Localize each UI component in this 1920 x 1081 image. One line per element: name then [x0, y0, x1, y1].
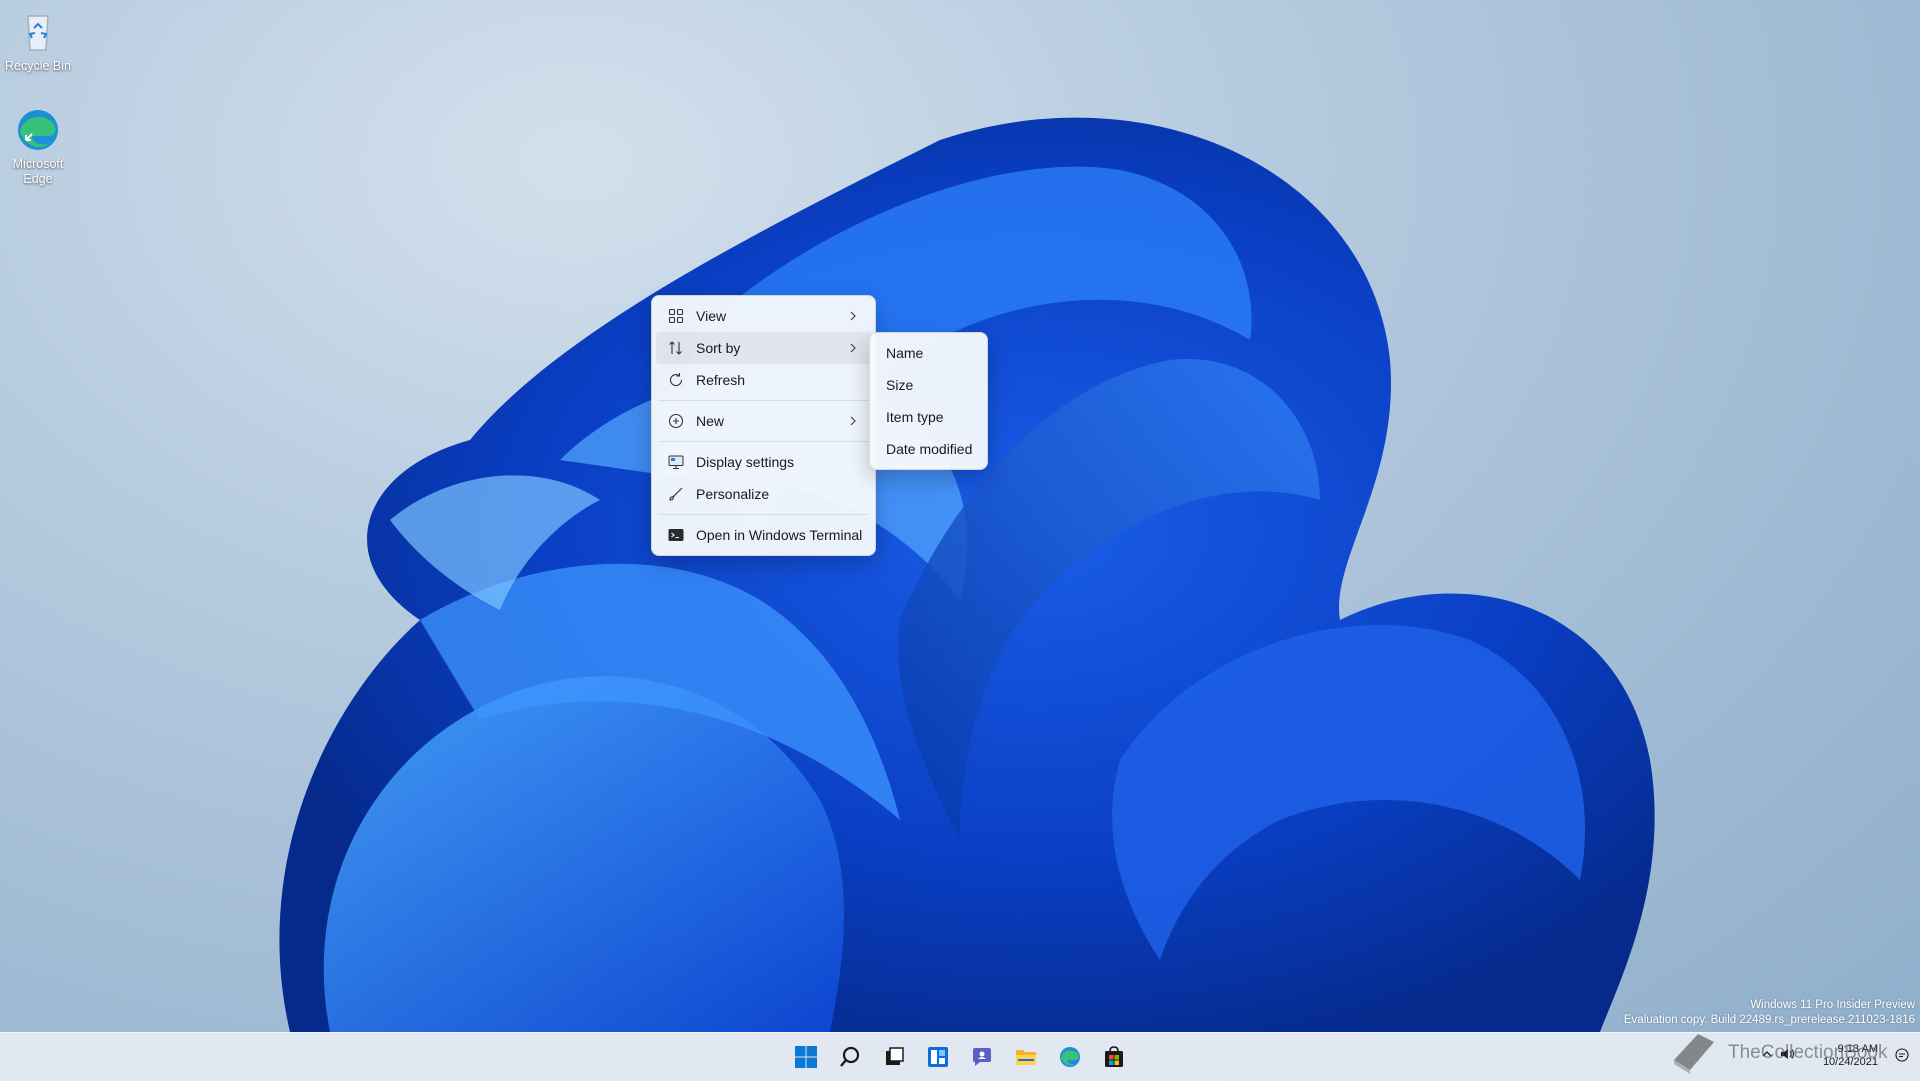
- microsoft-edge-label: Microsoft Edge: [12, 157, 64, 186]
- sort-by-submenu: Name Size Item type Date modified: [869, 332, 988, 470]
- chat-button[interactable]: [964, 1039, 1000, 1075]
- start-button[interactable]: [788, 1039, 824, 1075]
- microsoft-edge-shortcut[interactable]: Microsoft Edge: [0, 106, 76, 187]
- menu-item-sort-by[interactable]: Sort by: [656, 332, 871, 364]
- widgets-icon: [928, 1047, 948, 1067]
- taskbar: 9:13 AM 10/24/2021: [0, 1032, 1920, 1081]
- collection-book-logo: TheCollectionBook: [1668, 1030, 1887, 1076]
- recycle-bin-label: Recycle Bin: [5, 59, 71, 73]
- menu-item-label: View: [696, 308, 727, 324]
- search-button[interactable]: [832, 1039, 868, 1075]
- file-explorer-button[interactable]: [1008, 1039, 1044, 1075]
- notification-icon[interactable]: [1894, 1047, 1910, 1066]
- edge-icon: [1060, 1047, 1080, 1067]
- menu-separator: [658, 400, 869, 401]
- wallpaper-bloom: [279, 117, 1655, 1032]
- evaluation-watermark: Windows 11 Pro Insider Preview Evaluatio…: [1624, 998, 1915, 1028]
- sort-option-size[interactable]: Size: [874, 369, 983, 401]
- brush-icon: [668, 486, 684, 502]
- task-view-button[interactable]: [876, 1039, 912, 1075]
- chat-icon: [973, 1048, 991, 1066]
- menu-item-label: Open in Windows Terminal: [696, 527, 863, 543]
- menu-item-label: Personalize: [696, 486, 770, 502]
- menu-item-refresh[interactable]: Refresh: [656, 364, 871, 396]
- edge-taskbar-button[interactable]: [1052, 1039, 1088, 1075]
- menu-item-label: Display settings: [696, 454, 795, 470]
- store-button[interactable]: [1096, 1039, 1132, 1075]
- menu-item-label: Refresh: [696, 372, 746, 388]
- sort-option-item-type[interactable]: Item type: [874, 401, 983, 433]
- plus-circle-icon: [668, 413, 684, 429]
- menu-item-open-in-terminal[interactable]: Open in Windows Terminal: [656, 519, 871, 551]
- start-icon: [795, 1046, 817, 1068]
- grid-view-icon: [668, 308, 684, 324]
- store-icon: [1105, 1046, 1123, 1067]
- edge-icon: [14, 106, 62, 154]
- recycle-bin-icon: [14, 8, 62, 56]
- chevron-right-icon: [850, 416, 856, 426]
- file-explorer-icon: [1016, 1050, 1036, 1065]
- refresh-icon: [668, 372, 684, 388]
- menu-item-label: New: [696, 413, 725, 429]
- menu-separator: [658, 441, 869, 442]
- sort-option-date-modified[interactable]: Date modified: [874, 433, 983, 465]
- menu-item-view[interactable]: View: [656, 300, 871, 332]
- watermark-edition: Windows 11 Pro Insider Preview: [1750, 999, 1915, 1011]
- recycle-bin-shortcut[interactable]: Recycle Bin: [0, 8, 76, 74]
- desktop-context-menu: View Sort by Refresh New Display setting…: [651, 295, 876, 556]
- widgets-button[interactable]: [920, 1039, 956, 1075]
- chevron-right-icon: [850, 343, 856, 353]
- sort-option-name[interactable]: Name: [874, 337, 983, 369]
- task-view-icon: [886, 1047, 904, 1065]
- chevron-right-icon: [850, 311, 856, 321]
- menu-item-personalize[interactable]: Personalize: [656, 478, 871, 510]
- menu-separator: [658, 514, 869, 515]
- terminal-icon: [668, 527, 684, 543]
- menu-item-label: Sort by: [696, 340, 741, 356]
- logo-text: TheCollectionBook: [1728, 1042, 1888, 1063]
- menu-item-display-settings[interactable]: Display settings: [656, 446, 871, 478]
- menu-item-new[interactable]: New: [656, 405, 871, 437]
- watermark-build: Evaluation copy. Build 22489.rs_prerelea…: [1623, 1014, 1915, 1026]
- search-icon: [840, 1046, 860, 1067]
- sort-icon: [668, 340, 684, 356]
- book-icon: [1674, 1034, 1714, 1074]
- display-icon: [668, 454, 684, 470]
